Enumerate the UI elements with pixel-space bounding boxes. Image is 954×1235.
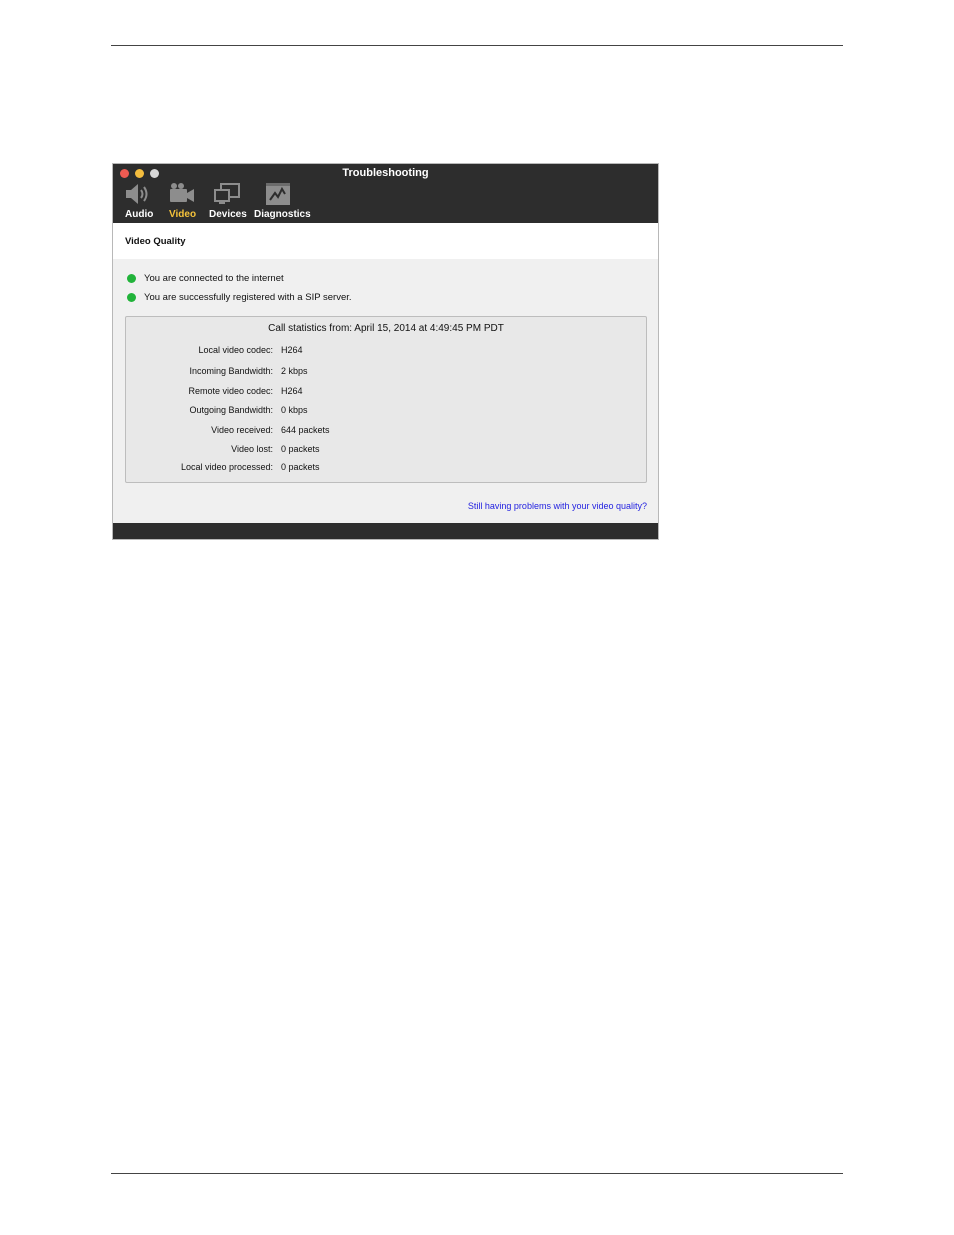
tab-audio[interactable]: Audio: [121, 182, 161, 222]
stat-row: Video lost: 0 packets: [126, 444, 646, 457]
stat-row: Incoming Bandwidth: 2 kbps: [126, 366, 646, 379]
video-camera-icon: [170, 183, 194, 202]
stat-row: Local video codec: H264: [126, 345, 646, 358]
stat-value: 2 kbps: [281, 366, 308, 376]
stat-label: Remote video codec:: [188, 386, 273, 396]
tab-video-label: Video: [169, 209, 197, 220]
stat-label: Incoming Bandwidth:: [189, 366, 273, 376]
stat-value: H264: [281, 345, 303, 355]
stat-label: Video received:: [211, 425, 273, 435]
stat-row: Video received: 644 packets: [126, 425, 646, 438]
speaker-icon: [126, 184, 148, 204]
tab-diagnostics[interactable]: Diagnostics: [254, 182, 311, 222]
tab-devices[interactable]: Devices: [209, 182, 249, 222]
page-footer-rule: [111, 1173, 843, 1174]
page-header-rule: [111, 45, 843, 46]
tab-devices-label: Devices: [209, 209, 247, 220]
stat-row: Local video processed: 0 packets: [126, 462, 646, 475]
tab-video[interactable]: Video: [165, 182, 205, 222]
call-statistics-panel: Call statistics from: April 15, 2014 at …: [125, 316, 647, 483]
tab-audio-label: Audio: [125, 209, 154, 220]
stat-value: 0 kbps: [281, 405, 308, 415]
tab-diagnostics-label: Diagnostics: [254, 209, 311, 220]
status-ok-icon: [127, 274, 136, 283]
stat-value: H264: [281, 386, 303, 396]
stat-label: Local video processed:: [180, 462, 273, 472]
stat-label: Outgoing Bandwidth:: [189, 405, 273, 415]
stat-label: Local video codec:: [198, 345, 273, 355]
stat-row: Outgoing Bandwidth: 0 kbps: [126, 405, 646, 418]
stat-value: 0 packets: [281, 462, 320, 472]
troubleshooting-window: Troubleshooting Audio Video Devices Diag…: [112, 163, 659, 540]
stat-row: Remote video codec: H264: [126, 386, 646, 399]
status-text: You are successfully registered with a S…: [144, 292, 352, 303]
window-title: Troubleshooting: [342, 167, 429, 179]
chart-icon: [266, 183, 290, 205]
call-statistics-heading: Call statistics from: April 15, 2014 at …: [268, 323, 504, 334]
window-bottom-bar: [113, 523, 658, 539]
section-header: Video Quality: [113, 223, 658, 259]
stat-value: 644 packets: [281, 425, 330, 435]
video-quality-help-link[interactable]: Still having problems with your video qu…: [468, 501, 647, 511]
status-ok-icon: [127, 293, 136, 302]
monitor-icon: [214, 183, 240, 204]
window-toolbar: Troubleshooting Audio Video Devices Diag…: [113, 164, 658, 223]
stat-value: 0 packets: [281, 444, 320, 454]
status-text: You are connected to the internet: [144, 273, 284, 284]
section-title: Video Quality: [125, 236, 186, 247]
stat-label: Video lost:: [231, 444, 273, 454]
